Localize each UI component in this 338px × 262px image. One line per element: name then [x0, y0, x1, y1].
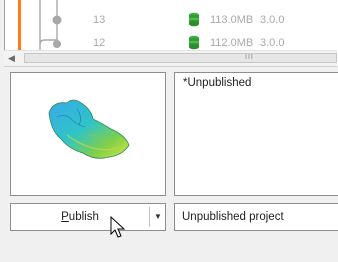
mouse-cursor-icon — [110, 216, 126, 238]
publish-status-field: Unpublished project — [174, 203, 338, 231]
scroll-grip: III — [245, 54, 254, 61]
database-icon — [188, 12, 200, 30]
history-size: 113.0MB — [210, 14, 254, 26]
history-size: 112.0MB — [210, 37, 254, 49]
publish-split-button[interactable]: Publish ▼ — [10, 203, 166, 231]
status-text: Unpublished project — [182, 211, 284, 223]
description-field[interactable]: *Unpublished — [174, 72, 338, 196]
history-number: 12 — [93, 37, 106, 49]
dropdown-arrow-icon[interactable]: ▼ — [151, 204, 165, 230]
history-version: 3.0.0 — [260, 37, 285, 49]
history-number: 13 — [93, 14, 106, 26]
split-divider — [149, 207, 150, 227]
project-thumbnail — [10, 72, 166, 196]
publish-button[interactable]: Publish — [11, 204, 149, 230]
history-version: 3.0.0 — [260, 14, 285, 26]
scroll-thumb[interactable]: III — [24, 53, 337, 63]
history-row[interactable]: 13 113.0MB 3.0.0 — [5, 10, 338, 30]
scroll-left-icon[interactable]: ◀ — [4, 51, 19, 66]
terrain-model-image — [48, 99, 130, 159]
horizontal-scrollbar[interactable]: ◀ III — [4, 50, 337, 67]
publish-accelerator: P — [61, 211, 69, 223]
publish-label: ublish — [68, 211, 99, 223]
description-text: *Unpublished — [183, 77, 252, 89]
